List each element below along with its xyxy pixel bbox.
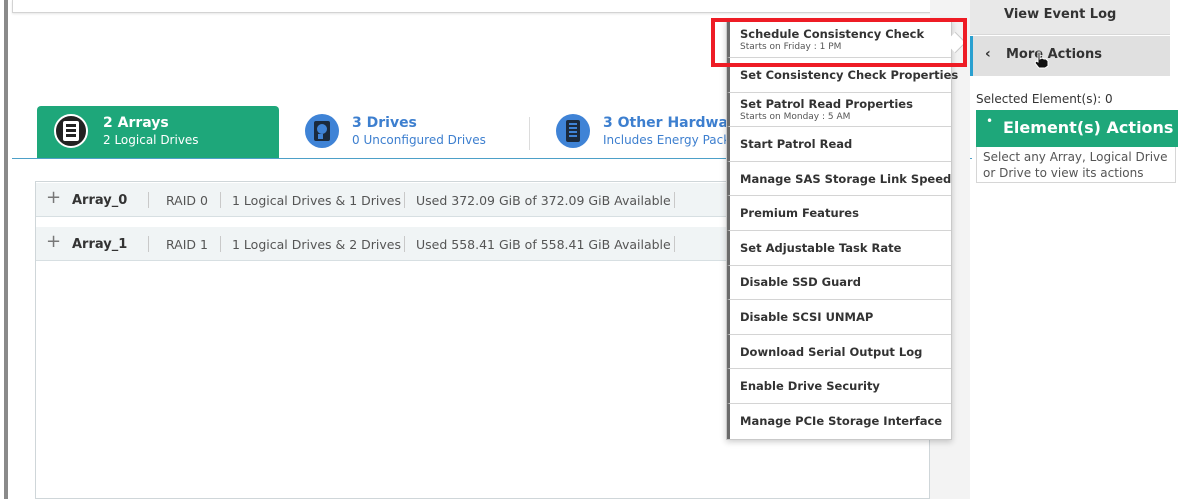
- array-composition: 1 Logical Drives & 1 Drives: [232, 193, 402, 208]
- menu-item-label: Set Adjustable Task Rate: [740, 240, 902, 255]
- divider: [220, 192, 221, 208]
- tab-divider: [529, 117, 530, 150]
- tab-arrays-subtitle: 2 Logical Drives: [103, 133, 199, 147]
- element-actions-header: • Element(s) Actions: [976, 110, 1178, 147]
- tab-other-title: 3 Other Hardware: [603, 115, 726, 131]
- menu-item-disable-ssd-guard[interactable]: Disable SSD Guard: [727, 265, 951, 301]
- tab-arrays[interactable]: 2 Arrays 2 Logical Drives: [37, 106, 279, 158]
- tab-drives[interactable]: 3 Drives 0 Unconfigured Drives: [305, 106, 525, 158]
- menu-item-label: Set Patrol Read Properties: [740, 96, 913, 111]
- array-raid: RAID 0: [166, 193, 208, 208]
- menu-item-set-consistency-check-properties[interactable]: Set Consistency Check Properties: [727, 58, 959, 93]
- menu-item-label: Manage SAS Storage Link Speed: [740, 171, 952, 186]
- menu-item-label: Enable Drive Security: [740, 379, 880, 394]
- menu-item-label: Set Consistency Check Properties: [740, 67, 959, 82]
- menu-item-label: Manage PCIe Storage Interface: [740, 414, 943, 429]
- menu-item-set-adjustable-task-rate[interactable]: Set Adjustable Task Rate: [727, 230, 951, 266]
- menu-item-download-serial-output-log[interactable]: Download Serial Output Log: [727, 334, 951, 370]
- divider: [404, 192, 405, 208]
- array-raid: RAID 1: [166, 237, 208, 252]
- array-name: Array_0: [72, 193, 128, 208]
- divider: [674, 192, 675, 208]
- array-name: Array_1: [72, 237, 128, 252]
- divider: [220, 236, 221, 252]
- tab-other-subtitle: Includes Energy Pack: [603, 133, 726, 147]
- menu-item-sub: Starts on Friday : 1 PM: [740, 41, 842, 52]
- top-panel: [12, 0, 980, 13]
- view-event-log-button[interactable]: View Event Log: [970, 0, 1170, 35]
- menu-item-label: Download Serial Output Log: [740, 344, 923, 359]
- divider: [148, 192, 149, 208]
- array-composition: 1 Logical Drives & 2 Drives: [232, 237, 402, 252]
- divider: [404, 236, 405, 252]
- menu-item-sub: Starts on Monday : 5 AM: [740, 111, 851, 122]
- menu-item-manage-sas-link-speed[interactable]: Manage SAS Storage Link Speed: [727, 161, 952, 197]
- menu-item-disable-scsi-unmap[interactable]: Disable SCSI UNMAP: [727, 300, 951, 335]
- menu-item-schedule-consistency-check[interactable]: Schedule Consistency Check Starts on Fri…: [727, 21, 951, 58]
- tab-drives-subtitle: 0 Unconfigured Drives: [352, 133, 486, 147]
- menu-item-label: Disable SCSI UNMAP: [740, 309, 874, 324]
- element-actions-hint: Select any Array, Logical Drive or Drive…: [976, 147, 1176, 183]
- hand-cursor-icon: [1033, 51, 1049, 73]
- menu-item-start-patrol-read[interactable]: Start Patrol Read: [727, 127, 951, 162]
- plus-icon[interactable]: +: [46, 189, 61, 207]
- menu-item-label: Start Patrol Read: [740, 136, 853, 151]
- array-icon: [54, 114, 88, 148]
- hardware-icon: [556, 114, 590, 148]
- selected-elements-count: Selected Element(s): 0: [976, 92, 1113, 106]
- drive-icon: [305, 114, 339, 148]
- tab-other-hardware[interactable]: 3 Other Hardware Includes Energy Pack: [556, 106, 726, 158]
- divider: [674, 236, 675, 252]
- more-actions-label: More Actions: [1006, 47, 1102, 62]
- array-usage: Used 372.09 GiB of 372.09 GiB Available: [416, 193, 671, 208]
- menu-item-label: Schedule Consistency Check: [740, 26, 925, 41]
- view-event-log-label: View Event Log: [1004, 7, 1117, 22]
- array-usage: Used 558.41 GiB of 558.41 GiB Available: [416, 237, 671, 252]
- menu-item-set-patrol-read-properties[interactable]: Set Patrol Read Properties Starts on Mon…: [727, 92, 951, 128]
- menu-item-enable-drive-security[interactable]: Enable Drive Security: [727, 369, 951, 404]
- menu-item-premium-features[interactable]: Premium Features: [727, 196, 951, 231]
- tab-drives-title: 3 Drives: [352, 115, 417, 131]
- left-border: [0, 0, 8, 499]
- menu-item-label: Disable SSD Guard: [740, 275, 861, 290]
- menu-item-manage-pcie-storage-interface[interactable]: Manage PCIe Storage Interface: [727, 403, 951, 439]
- element-actions-title: Element(s) Actions: [1003, 118, 1174, 137]
- more-actions-button[interactable]: ‹ More Actions: [970, 36, 1170, 76]
- chevron-left-icon: ‹: [985, 46, 991, 62]
- menu-item-label: Premium Features: [740, 206, 859, 221]
- bullet-icon: •: [986, 114, 994, 128]
- tab-arrays-title: 2 Arrays: [103, 115, 169, 131]
- more-actions-menu: Schedule Consistency Check Starts on Fri…: [726, 20, 959, 440]
- divider: [148, 236, 149, 252]
- plus-icon[interactable]: +: [46, 233, 61, 251]
